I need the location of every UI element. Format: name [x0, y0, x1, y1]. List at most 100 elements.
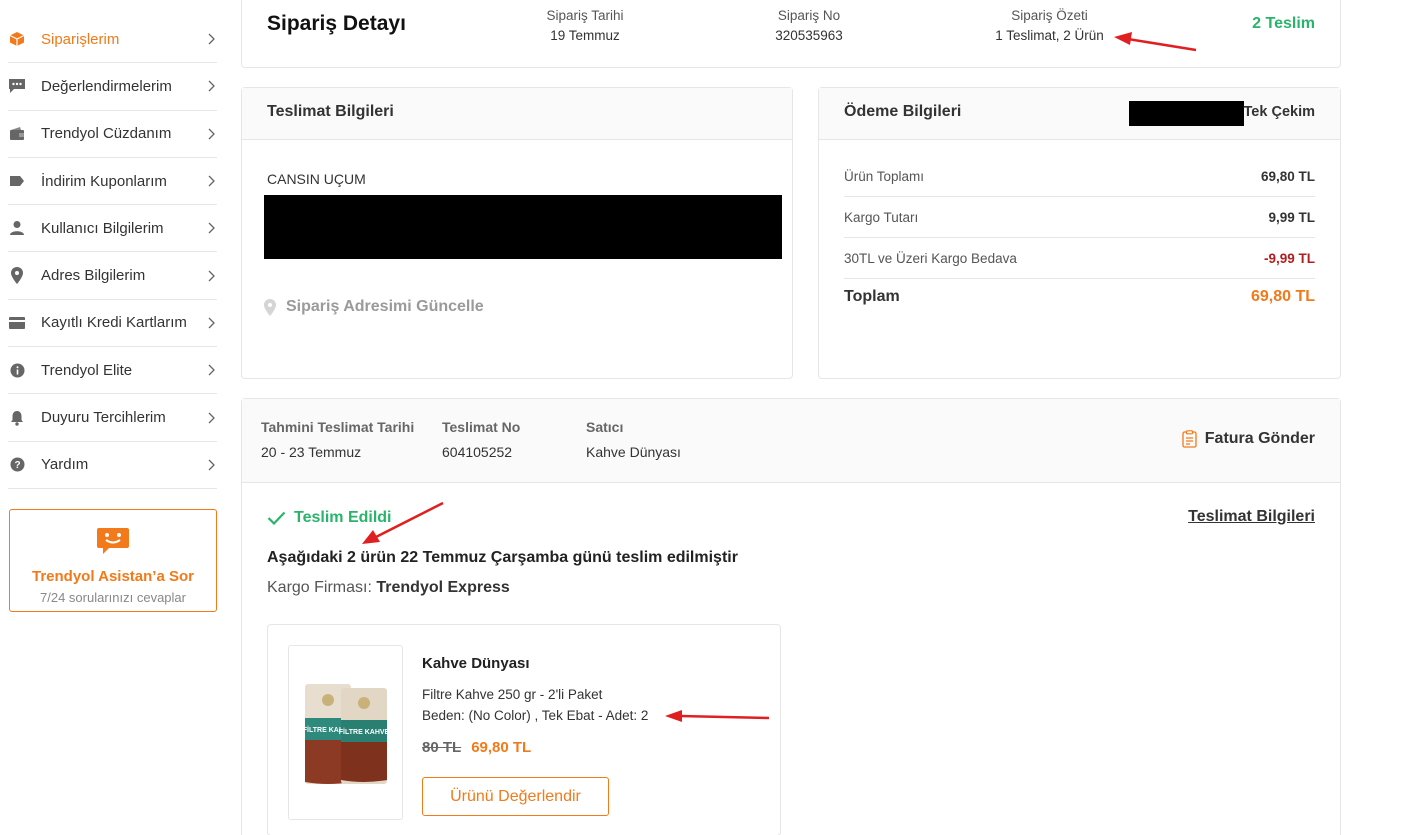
receipt-icon	[1182, 430, 1197, 448]
rate-product-button[interactable]: Ürünü Değerlendir	[422, 777, 609, 816]
svg-text:?: ?	[14, 460, 20, 471]
product-name[interactable]: Filtre Kahve 250 gr - 2'li Paket	[422, 687, 602, 702]
update-address-label: Sipariş Adresimi Güncelle	[286, 298, 484, 315]
order-summary-label: Sipariş Özeti	[1011, 8, 1088, 23]
coffee-package-image: FİLTRE KAHVE FİLTRE KAHVE	[302, 683, 389, 784]
chevron-right-icon	[208, 128, 215, 140]
chat-icon	[8, 77, 26, 95]
order-summary: Sipariş Özeti 1 Teslimat, 2 Ürün	[982, 7, 1117, 47]
seller-value: Kahve Dünyası	[586, 444, 681, 460]
sidebar-item-orders[interactable]: Siparişlerim	[8, 16, 217, 64]
product-variant: Beden: (No Color) , Tek Ebat - Adet: 2	[422, 708, 649, 723]
assistant-chat-icon	[97, 528, 129, 554]
sidebar-item-addresses[interactable]: Adres Bilgilerim	[8, 252, 217, 300]
update-address-link[interactable]: Sipariş Adresimi Güncelle	[264, 298, 484, 316]
payment-total-value: 69,80 TL	[1250, 288, 1315, 305]
delivery-status: Teslim Edildi	[267, 509, 392, 527]
delivery-number: Teslimat No 604105252	[442, 417, 520, 467]
sidebar-item-label: Yardım	[41, 456, 89, 474]
assistant-subtitle: 7/24 sorularınızı cevaplar	[40, 590, 186, 605]
user-icon	[8, 219, 26, 237]
recipient-name: CANSIN UÇUM	[267, 171, 366, 187]
delivery-status-label: Teslim Edildi	[294, 509, 392, 526]
sidebar-item-saved-cards[interactable]: Kayıtlı Kredi Kartlarım	[8, 300, 217, 348]
payment-row-value: 69,80 TL	[1260, 168, 1315, 184]
sidebar-item-coupons[interactable]: İndirim Kuponlarım	[8, 158, 217, 206]
product-old-price: 80 TL	[422, 739, 462, 756]
carrier-info: Kargo Firması: Trendyol Express	[267, 579, 510, 597]
sidebar-item-help[interactable]: ? Yardım	[8, 442, 217, 489]
order-number: Sipariş No 320535963	[769, 7, 849, 47]
payment-info-card: Ödeme Bilgileri Tek Çekim Ürün Toplamı 6…	[818, 87, 1341, 379]
chevron-right-icon	[208, 270, 215, 282]
help-icon: ?	[8, 456, 26, 474]
sidebar-item-elite[interactable]: Trendyol Elite	[8, 347, 217, 395]
pin-icon	[8, 267, 26, 285]
sidebar-item-label: Kullanıcı Bilgilerim	[41, 219, 164, 237]
product-image[interactable]: FİLTRE KAHVE FİLTRE KAHVE	[288, 645, 403, 820]
sidebar-item-label: Değerlendirmelerim	[41, 77, 172, 95]
sidebar-item-label: Adres Bilgilerim	[41, 267, 146, 285]
carrier-name: Trendyol Express	[376, 579, 510, 596]
page-title: Sipariş Detayı	[267, 12, 406, 35]
sidebar-item-notifications[interactable]: Duyuru Tercihlerim	[8, 394, 217, 442]
delivery-number-label: Teslimat No	[442, 419, 521, 435]
estimated-delivery-value: 20 - 23 Temmuz	[261, 444, 362, 460]
sidebar-item-label: Trendyol Elite	[41, 361, 133, 379]
estimated-delivery-label: Tahmini Teslimat Tarihi	[261, 419, 415, 435]
assistant-card[interactable]: Trendyol Asistan’a Sor 7/24 sorularınızı…	[9, 509, 217, 612]
order-summary-value: 1 Teslimat, 2 Ürün	[995, 28, 1104, 43]
card-icon	[8, 314, 26, 332]
seller: Satıcı Kahve Dünyası	[586, 417, 681, 467]
order-date-value: 19 Temmuz	[550, 28, 620, 43]
carrier-label: Kargo Firması:	[267, 579, 372, 596]
delivery-info-title: Teslimat Bilgileri	[267, 103, 394, 120]
payment-row-value: -9,99 TL	[1263, 250, 1315, 266]
chevron-right-icon	[208, 412, 215, 423]
payment-type: Tek Çekim	[1243, 104, 1315, 120]
order-number-label: Sipariş No	[777, 8, 841, 23]
chevron-right-icon	[208, 222, 215, 234]
chevron-right-icon	[208, 175, 215, 187]
sidebar: Siparişlerim Değerlendirmelerim Trendyol…	[8, 16, 217, 489]
sidebar-item-label: Duyuru Tercihlerim	[41, 409, 166, 427]
chevron-right-icon	[208, 364, 215, 376]
product-card: FİLTRE KAHVE FİLTRE KAHVE Kahve Dünyası …	[267, 624, 781, 835]
estimated-delivery: Tahmini Teslimat Tarihi 20 - 23 Temmuz	[261, 417, 414, 467]
payment-row: Ürün Toplamı 69,80 TL	[844, 156, 1315, 197]
seller-label: Satıcı	[586, 419, 624, 435]
payment-row-label: Ürün Toplamı	[844, 168, 925, 184]
order-header: Sipariş Detayı Sipariş Tarihi 19 Temmuz …	[241, 0, 1341, 68]
wallet-icon	[8, 125, 26, 143]
box-icon	[8, 30, 26, 48]
payment-total-label: Toplam	[844, 288, 900, 305]
delivery-info-header: Teslimat Bilgileri	[242, 88, 792, 140]
redacted-address	[264, 195, 782, 259]
sidebar-item-user-info[interactable]: Kullanıcı Bilgilerim	[8, 205, 217, 253]
payment-info-title: Ödeme Bilgileri	[844, 103, 962, 120]
payment-total: Toplam 69,80 TL	[844, 288, 1315, 306]
chevron-right-icon	[208, 317, 215, 329]
delivered-count: 2 Teslim	[1252, 15, 1315, 32]
chevron-right-icon	[208, 80, 215, 92]
order-date: Sipariş Tarihi 19 Temmuz	[545, 7, 625, 47]
chevron-right-icon	[208, 33, 215, 45]
payment-info-header: Ödeme Bilgileri Tek Çekim	[819, 88, 1340, 140]
shipment-header: Tahmini Teslimat Tarihi 20 - 23 Temmuz T…	[242, 399, 1340, 483]
sidebar-item-label: Trendyol Cüzdanım	[41, 125, 172, 143]
sidebar-item-reviews[interactable]: Değerlendirmelerim	[8, 63, 217, 111]
sidebar-item-label: Siparişlerim	[41, 30, 120, 48]
sidebar-item-wallet[interactable]: Trendyol Cüzdanım	[8, 111, 217, 158]
pin-icon	[264, 298, 276, 316]
payment-row: 30TL ve Üzeri Kargo Bedava -9,99 TL	[844, 238, 1315, 279]
tag-icon	[8, 172, 26, 190]
redacted-card-info	[1129, 101, 1244, 126]
payment-row-label: 30TL ve Üzeri Kargo Bedava	[844, 250, 1017, 266]
payment-row: Kargo Tutarı 9,99 TL	[844, 197, 1315, 238]
send-invoice-button[interactable]: Fatura Gönder	[1182, 430, 1315, 448]
sidebar-item-label: Kayıtlı Kredi Kartlarım	[41, 314, 187, 332]
delivery-info-link[interactable]: Teslimat Bilgileri	[1188, 508, 1315, 526]
product-prices: 80 TL 69,80 TL	[422, 739, 531, 756]
sidebar-item-label: İndirim Kuponlarım	[41, 172, 167, 190]
send-invoice-label: Fatura Gönder	[1204, 430, 1315, 447]
